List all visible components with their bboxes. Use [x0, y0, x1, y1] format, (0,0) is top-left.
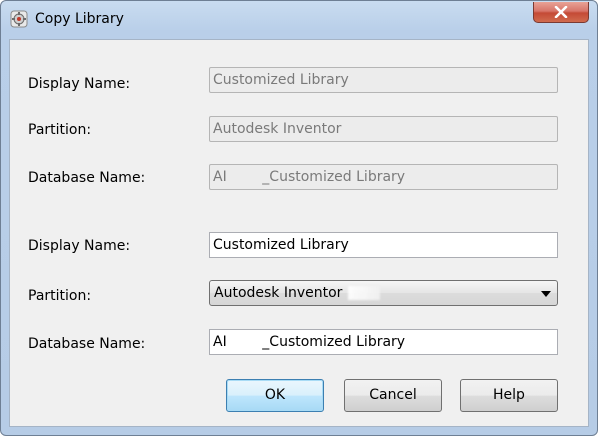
close-button[interactable]	[533, 2, 589, 23]
target-partition-select[interactable]: Autodesk Inventor	[209, 280, 558, 306]
help-button[interactable]: Help	[460, 379, 558, 412]
target-database-name-label: Database Name:	[28, 336, 146, 352]
redacted-area	[348, 286, 381, 300]
app-gear-icon[interactable]	[10, 10, 28, 28]
title-bar[interactable]: Copy Library	[1, 1, 597, 35]
source-display-name-label: Display Name:	[28, 76, 131, 92]
partition-selected-value: Autodesk Inventor	[214, 285, 343, 301]
close-icon	[554, 6, 568, 18]
cancel-button[interactable]: Cancel	[344, 379, 442, 412]
target-partition-label: Partition:	[28, 288, 92, 304]
source-database-name-label: Database Name:	[28, 170, 146, 186]
dropdown-arrow-icon[interactable]	[541, 291, 551, 297]
ok-button[interactable]: OK	[226, 379, 324, 412]
target-display-name-label: Display Name:	[28, 238, 131, 254]
source-display-name-field: Customized Library	[209, 67, 558, 93]
target-display-name-input[interactable]: Customized Library	[209, 232, 558, 258]
source-partition-field: Autodesk Inventor	[209, 116, 558, 142]
window-title: Copy Library	[35, 11, 124, 27]
source-database-name-field: AI _Customized Library	[209, 164, 558, 190]
target-database-name-input[interactable]: AI _Customized Library	[209, 329, 558, 355]
dialog-body: Display Name: Customized Library Partiti…	[9, 39, 589, 427]
copy-library-dialog: Copy Library Display Name: Customized Li…	[0, 0, 598, 436]
source-partition-label: Partition:	[28, 122, 92, 138]
